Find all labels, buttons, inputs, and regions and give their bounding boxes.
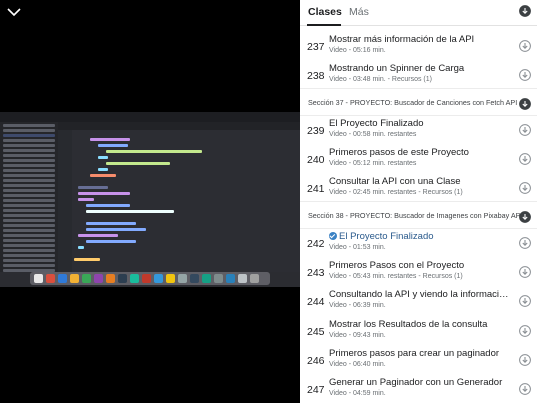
lecture-item[interactable]: 247 Generar un Paginador con un Generado… (300, 374, 537, 403)
lecture-meta: Video - 02:45 min. restantes - Recursos … (329, 189, 463, 196)
lecture-title: Primeros pasos para crear un paginador (329, 348, 500, 359)
lecture-item[interactable]: 243 Primeros Pasos con el Proyecto Video… (300, 257, 537, 286)
video-player[interactable] (0, 0, 300, 403)
course-content-panel: Clases Más 237 Mostrar más información d… (300, 0, 537, 403)
check-circle-icon (329, 232, 337, 240)
chevron-down-icon[interactable] (6, 5, 22, 19)
lecture-title: Mostrar más información de la API (329, 34, 475, 45)
lecture-title: Mostrando un Spinner de Carga (329, 63, 465, 74)
lecture-item[interactable]: 241 Consultar la API con una Clase Video… (300, 173, 537, 202)
download-section-icon[interactable] (519, 97, 531, 110)
lecture-meta: Video - 06:39 min. (329, 302, 386, 309)
content-tabs: Clases Más (300, 0, 537, 26)
lecture-item[interactable]: 237 Mostrar más información de la API Vi… (300, 31, 537, 60)
tab-mas[interactable]: Más (349, 6, 369, 18)
download-icon[interactable] (519, 324, 531, 337)
lecture-number: 240 (307, 154, 325, 166)
lecture-title: Primeros pasos de este Proyecto (329, 147, 469, 158)
download-section-icon[interactable] (519, 210, 531, 223)
lecture-item[interactable]: 244 Consultando la API y viendo la infor… (300, 286, 537, 315)
section-header[interactable]: Sección 37 - PROYECTO: Buscador de Canci… (300, 88, 537, 116)
lecture-meta: Video - 01:53 min. (329, 244, 386, 251)
lecture-title: Consultar la API con una Clase (329, 176, 461, 187)
lecture-title: Consultando la API y viendo la informaci… (329, 289, 511, 300)
lecture-meta: Video - 05:43 min. restantes - Recursos … (329, 273, 463, 280)
lecture-item[interactable]: 239 El Proyecto Finalizado Video - 00:58… (300, 115, 537, 144)
ide-file-tree (0, 122, 58, 272)
download-icon[interactable] (519, 265, 531, 278)
video-frame[interactable] (0, 112, 300, 287)
download-icon[interactable] (519, 39, 531, 52)
download-icon[interactable] (519, 123, 531, 136)
active-tab-indicator (307, 24, 341, 26)
lecture-meta: Video - 06:40 min. (329, 361, 386, 368)
lecture-title: Generar un Paginador con un Generador (329, 377, 503, 388)
lecture-meta: Video - 09:43 min. (329, 332, 386, 339)
lecture-title-row: El Proyecto Finalizado (329, 231, 511, 242)
lecture-item[interactable]: 238 Mostrando un Spinner de Carga Video … (300, 60, 537, 89)
section-title: Sección 37 - PROYECTO: Buscador de Canci… (308, 98, 518, 107)
lecture-title: Primeros Pasos con el Proyecto (329, 260, 465, 271)
lecture-meta: Video - 05:16 min. (329, 47, 386, 54)
lecture-title: El Proyecto Finalizado (339, 231, 434, 242)
lecture-item[interactable]: 246 Primeros pasos para crear un paginad… (300, 345, 537, 374)
section-header[interactable]: Sección 38 - PROYECTO: Buscador de Image… (300, 201, 537, 229)
lecture-item[interactable]: 240 Primeros pasos de este Proyecto Vide… (300, 144, 537, 173)
ide-tabs (58, 122, 300, 130)
ide-menubar (0, 112, 300, 122)
tab-clases[interactable]: Clases (308, 6, 342, 18)
lecture-meta: Video - 00:58 min. restantes (329, 131, 417, 138)
download-icon[interactable] (519, 294, 531, 307)
lecture-item[interactable]: 245 Mostrar los Resultados de la consult… (300, 316, 537, 345)
download-icon[interactable] (519, 68, 531, 81)
lecture-number: 242 (307, 238, 325, 250)
lecture-number: 244 (307, 296, 325, 308)
section-title: Sección 38 - PROYECTO: Buscador de Image… (308, 211, 523, 220)
download-icon[interactable] (519, 353, 531, 366)
download-icon[interactable] (519, 181, 531, 194)
download-icon[interactable] (519, 152, 531, 165)
lecture-number: 238 (307, 70, 325, 82)
download-all-icon[interactable] (519, 4, 531, 17)
lecture-title: El Proyecto Finalizado (329, 118, 424, 129)
lecture-meta: Video - 05:12 min. restantes (329, 160, 417, 167)
lecture-number: 245 (307, 326, 325, 338)
lecture-meta: Video - 04:59 min. (329, 390, 386, 397)
lecture-meta: Video - 03:48 min. - Recursos (1) (329, 76, 432, 83)
download-icon[interactable] (519, 382, 531, 395)
lecture-number: 246 (307, 355, 325, 367)
lecture-number: 237 (307, 41, 325, 53)
lecture-number: 241 (307, 183, 325, 195)
macos-dock (30, 272, 270, 285)
lecture-number: 243 (307, 267, 325, 279)
lecture-title: Mostrar los Resultados de la consulta (329, 319, 488, 330)
ide-code-editor (58, 130, 300, 272)
lecture-number: 239 (307, 125, 325, 137)
lecture-item-current[interactable]: 242 El Proyecto Finalizado Video - 01:53… (300, 228, 537, 257)
lecture-number: 247 (307, 384, 325, 396)
download-icon[interactable] (519, 236, 531, 249)
